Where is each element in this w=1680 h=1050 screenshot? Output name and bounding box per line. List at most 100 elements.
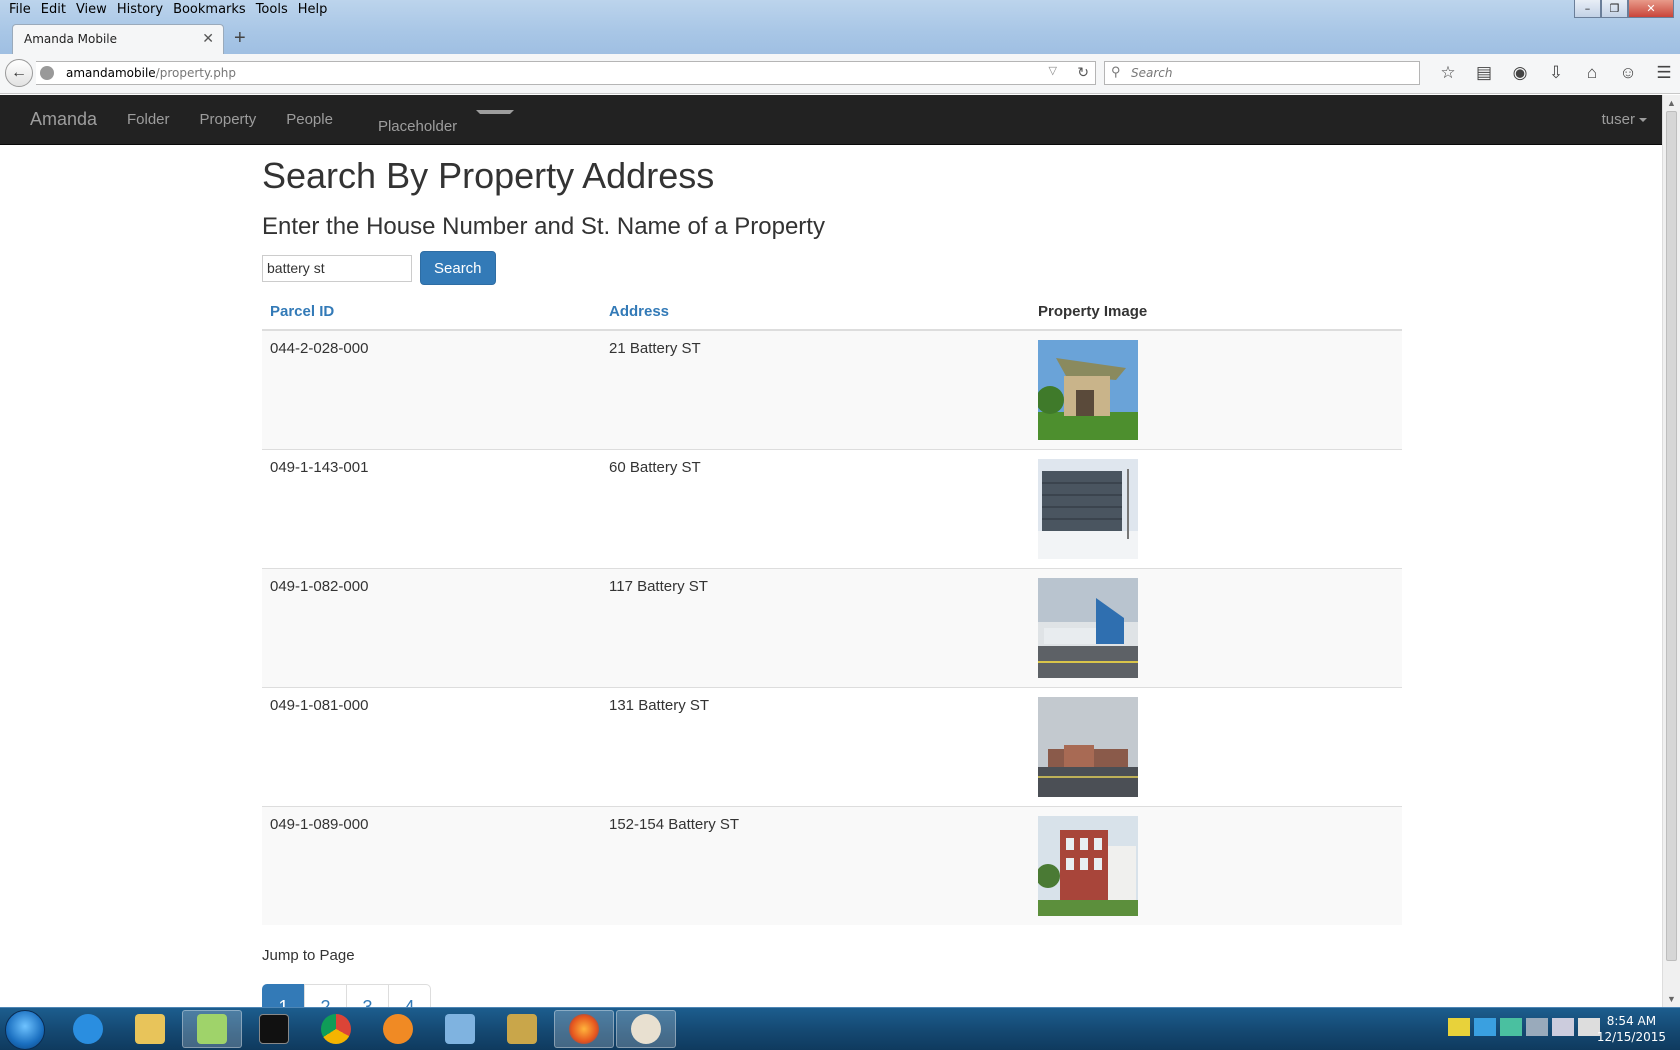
taskbar-settings[interactable] <box>368 1010 428 1048</box>
menu-help[interactable]: Help <box>293 0 333 20</box>
browser-titlebar: File Edit View History Bookmarks Tools H… <box>0 0 1680 54</box>
terminal-icon <box>259 1014 289 1044</box>
chat-icon[interactable]: ☺ <box>1610 63 1646 83</box>
site-identity-icon[interactable] <box>40 66 54 80</box>
table-row[interactable]: 049-1-082-000 117 Battery ST <box>262 568 1402 688</box>
folder-icon <box>135 1014 165 1044</box>
parcel-id-cell: 049-1-089-000 <box>262 806 601 925</box>
clock-date: 12/15/2015 <box>1596 1030 1666 1044</box>
page-link-3[interactable]: 3 <box>346 984 389 1007</box>
browser-tab[interactable]: Amanda Mobile ✕ <box>12 24 224 54</box>
firefox-icon <box>569 1014 599 1044</box>
address-header[interactable]: Address <box>601 295 1030 331</box>
image-cell <box>1030 568 1402 688</box>
system-tray <box>1448 1018 1604 1036</box>
scroll-down-icon[interactable]: ▼ <box>1667 994 1676 1004</box>
monitor-icon[interactable] <box>1500 1018 1522 1036</box>
menu-bar: File Edit View History Bookmarks Tools H… <box>0 0 332 20</box>
url-history-dropdown-icon[interactable]: ▽ <box>1049 64 1057 77</box>
security-shield-icon[interactable] <box>1448 1018 1470 1036</box>
taskbar-ie[interactable] <box>58 1010 118 1048</box>
hamburger-menu-icon[interactable]: ☰ <box>1646 63 1680 83</box>
taskbar-paint[interactable] <box>616 1010 676 1048</box>
new-tab-icon[interactable]: + <box>234 26 246 50</box>
internet-explorer-icon <box>73 1014 103 1044</box>
nav-placeholder-label: Placeholder <box>377 117 458 135</box>
system-clock[interactable]: 8:54 AM 12/15/2015 <box>1597 1013 1666 1045</box>
pocket-icon[interactable]: ◉ <box>1502 63 1538 83</box>
scroll-thumb[interactable] <box>1666 111 1677 961</box>
address-cell: 21 Battery ST <box>601 329 1030 450</box>
page-scrollbar[interactable]: ▲ ▼ <box>1662 95 1680 1007</box>
property-results-table: Parcel ID Address Property Image 044-2-0… <box>262 295 1402 925</box>
user-menu-dropdown[interactable]: tuser <box>1602 110 1647 130</box>
image-cell <box>1030 449 1402 569</box>
brand-link[interactable]: Amanda <box>30 109 97 130</box>
address-search-input[interactable] <box>262 254 412 282</box>
taskbar-archive[interactable] <box>492 1010 552 1048</box>
tab-title: Amanda Mobile <box>24 32 118 46</box>
menu-tools[interactable]: Tools <box>251 0 293 20</box>
address-cell: 152-154 Battery ST <box>601 806 1030 925</box>
taskbar-firefox[interactable] <box>554 1010 614 1048</box>
nav-folder[interactable]: Folder <box>112 95 185 159</box>
property-image-header: Property Image <box>1030 295 1402 331</box>
user-name: tuser <box>1601 111 1635 128</box>
reading-list-icon[interactable]: ▤ <box>1466 63 1502 83</box>
property-photo[interactable] <box>1038 816 1138 916</box>
home-icon[interactable]: ⌂ <box>1574 63 1610 83</box>
menu-view[interactable]: View <box>71 0 112 20</box>
menu-file[interactable]: File <box>4 0 36 20</box>
minimize-button[interactable]: – <box>1574 0 1601 18</box>
taskbar-explorer[interactable] <box>120 1010 180 1048</box>
back-arrow-icon: ← <box>11 64 27 81</box>
address-cell: 117 Battery ST <box>601 568 1030 688</box>
search-button[interactable]: Search <box>420 251 496 285</box>
page-link-1[interactable]: 1 <box>262 984 305 1007</box>
windows-taskbar: 8:54 AM 12/15/2015 <box>0 1007 1680 1050</box>
taskbar-notepad[interactable] <box>182 1010 242 1048</box>
taskbar-network[interactable] <box>430 1010 490 1048</box>
image-cell <box>1030 806 1402 925</box>
bookmark-star-icon[interactable]: ☆ <box>1430 63 1466 83</box>
property-photo[interactable] <box>1038 578 1138 678</box>
menu-history[interactable]: History <box>112 0 168 20</box>
page-link-4[interactable]: 4 <box>388 984 431 1007</box>
browser-search-bar[interactable]: ⚲ Search <box>1104 61 1420 85</box>
restore-button[interactable]: ❐ <box>1601 0 1628 18</box>
caret-down-icon <box>476 110 515 144</box>
reload-icon[interactable]: ↻ <box>1077 64 1089 81</box>
gear-icon <box>383 1014 413 1044</box>
url-path: /property.php <box>155 66 237 80</box>
tools-icon[interactable] <box>1526 1018 1548 1036</box>
page-link-2[interactable]: 2 <box>304 984 347 1007</box>
property-photo[interactable] <box>1038 697 1138 797</box>
taskbar-apps <box>58 1010 678 1048</box>
tab-close-icon[interactable]: ✕ <box>202 30 214 47</box>
parcel-id-cell: 049-1-082-000 <box>262 568 601 688</box>
start-button[interactable] <box>5 1010 45 1050</box>
sync-icon[interactable] <box>1474 1018 1496 1036</box>
menu-edit[interactable]: Edit <box>36 0 71 20</box>
window-close-button[interactable]: ✕ <box>1628 0 1674 18</box>
property-photo[interactable] <box>1038 340 1138 440</box>
property-photo[interactable] <box>1038 459 1138 559</box>
table-row[interactable]: 049-1-143-001 60 Battery ST <box>262 449 1402 569</box>
chrome-icon <box>321 1014 351 1044</box>
table-row[interactable]: 049-1-081-000 131 Battery ST <box>262 687 1402 807</box>
table-row[interactable]: 049-1-089-000 152-154 Battery ST <box>262 806 1402 925</box>
download-icon[interactable]: ⇩ <box>1538 63 1574 83</box>
taskbar-cmd[interactable] <box>244 1010 304 1048</box>
menu-bookmarks[interactable]: Bookmarks <box>168 0 251 20</box>
taskbar-chrome[interactable] <box>306 1010 366 1048</box>
back-button[interactable]: ← <box>5 59 33 87</box>
nav-property[interactable]: Property <box>185 95 272 159</box>
scroll-up-icon[interactable]: ▲ <box>1667 98 1676 108</box>
parcel-id-header[interactable]: Parcel ID <box>262 295 601 331</box>
page-subtitle: Enter the House Number and St. Name of a… <box>262 213 825 240</box>
table-row[interactable]: 044-2-028-000 21 Battery ST <box>262 329 1402 450</box>
network-tray-icon[interactable] <box>1552 1018 1574 1036</box>
browser-toolbar: ← amandamobile/property.php ▽ ↻ ⚲ Search… <box>0 54 1680 94</box>
url-text: amandamobile/property.php <box>66 66 236 80</box>
url-bar[interactable]: amandamobile/property.php ▽ ↻ <box>36 61 1096 85</box>
